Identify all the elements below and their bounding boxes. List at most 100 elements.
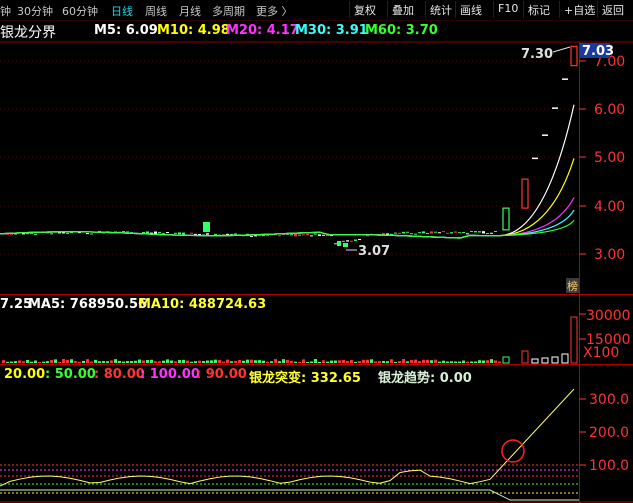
- candle: [310, 235, 313, 237]
- high-price-pointer: [552, 46, 571, 53]
- kline-chart[interactable]: 7.00 6.00 5.00 4.00 3.00 7.03 7.30 3.07 …: [0, 0, 633, 503]
- corner-tag[interactable]: 榜: [567, 279, 578, 293]
- volume-bar: [362, 359, 365, 363]
- volume-bar: [10, 361, 13, 363]
- volume-bar: [194, 361, 197, 363]
- volume-bar: [521, 350, 529, 364]
- volume-bar: [386, 361, 389, 363]
- candle: [166, 232, 169, 234]
- candle: [442, 231, 445, 233]
- volume-bar: [102, 361, 105, 363]
- volume-unit-label: X100: [583, 345, 619, 361]
- ma-line: [0, 219, 575, 239]
- candle: [122, 231, 125, 233]
- volume-bar: [82, 360, 85, 363]
- volume-bar: [130, 361, 133, 363]
- candle: [482, 231, 485, 234]
- volume-bar: [490, 359, 493, 363]
- indicator-axis-label: 100.0: [589, 458, 629, 474]
- volume-bar: [166, 359, 169, 363]
- volume-bar: [62, 359, 65, 363]
- volume-bar: [46, 361, 49, 363]
- candle: [470, 231, 473, 233]
- volume-bar: [70, 359, 73, 363]
- volume-bar: [342, 359, 345, 363]
- signal-circle: [501, 439, 525, 463]
- volume-bar: [306, 361, 309, 363]
- candle: [474, 231, 477, 233]
- candle: [346, 240, 349, 242]
- volume-bar: [74, 361, 77, 363]
- volume-bar: [94, 359, 97, 363]
- candle: [58, 232, 61, 234]
- candle: [394, 232, 397, 234]
- candle: [182, 232, 185, 235]
- volume-bar: [218, 359, 221, 363]
- candle: [358, 238, 361, 240]
- candle: [206, 233, 209, 235]
- volume-bar: [366, 359, 369, 363]
- volume-bar: [78, 361, 81, 363]
- candle: [46, 232, 49, 234]
- volume-bar: [50, 359, 53, 363]
- candle: [190, 232, 193, 234]
- candle: [90, 233, 93, 235]
- volume-bar: [142, 360, 145, 363]
- volume-bar: [206, 360, 209, 363]
- volume-bar: [38, 361, 41, 363]
- volume-bar: [66, 359, 69, 363]
- volume-bar: [478, 360, 481, 363]
- candle: [422, 231, 425, 234]
- volume-bar: [182, 359, 185, 363]
- volume-bar: [214, 359, 217, 363]
- candle: [414, 233, 417, 235]
- volume-bar: [26, 360, 29, 363]
- candle: [66, 232, 69, 234]
- candle: [406, 231, 409, 233]
- volume-bar: [190, 361, 193, 363]
- volume-bar: [278, 361, 281, 363]
- volume-ma10-label: MA10: 488724.63: [138, 297, 267, 312]
- volume-bar: [266, 361, 269, 363]
- volume-bar: [298, 361, 301, 363]
- volume-bar: [310, 361, 313, 363]
- volume-bar: [198, 360, 201, 363]
- indicator-trend-line: [0, 489, 579, 501]
- indicator-level-20: 20.00: [4, 367, 46, 382]
- volume-bar: [318, 361, 321, 363]
- low-price-label: 3.07: [358, 244, 390, 259]
- volume-bar: [58, 361, 61, 363]
- candle: [486, 233, 489, 235]
- indicator-tupian-line: [0, 388, 575, 487]
- volume-bar: [86, 359, 89, 363]
- volume-bar: [186, 360, 189, 363]
- volume-bar: [178, 359, 181, 363]
- volume-axis-label: 30000: [586, 308, 631, 324]
- volume-bar: [274, 359, 277, 363]
- volume-bar: [382, 360, 385, 363]
- candle: [430, 231, 433, 234]
- volume-bar: [398, 361, 401, 363]
- volume-bar: [114, 359, 117, 363]
- volume-bar: [422, 359, 425, 363]
- volume-bar: [210, 360, 213, 363]
- candle: [418, 232, 421, 234]
- volume-bar: [354, 361, 357, 363]
- ma30-label: M30: 3.91: [295, 23, 368, 38]
- ma-line: [0, 104, 575, 239]
- volume-bar: [290, 360, 293, 363]
- volume-bar: [90, 361, 93, 363]
- candle: [382, 232, 385, 235]
- volume-bar: [326, 361, 329, 363]
- volume-bar: [262, 360, 265, 363]
- volume-bar: [6, 361, 9, 363]
- volume-bar: [54, 359, 57, 363]
- volume-bar: [334, 360, 337, 363]
- candle: [86, 233, 89, 235]
- candle: [343, 243, 348, 247]
- ma10-label: M10: 4.98: [157, 23, 230, 38]
- candle: [322, 234, 325, 236]
- candle: [410, 233, 413, 235]
- volume-bar: [258, 360, 261, 363]
- candle: [158, 231, 161, 233]
